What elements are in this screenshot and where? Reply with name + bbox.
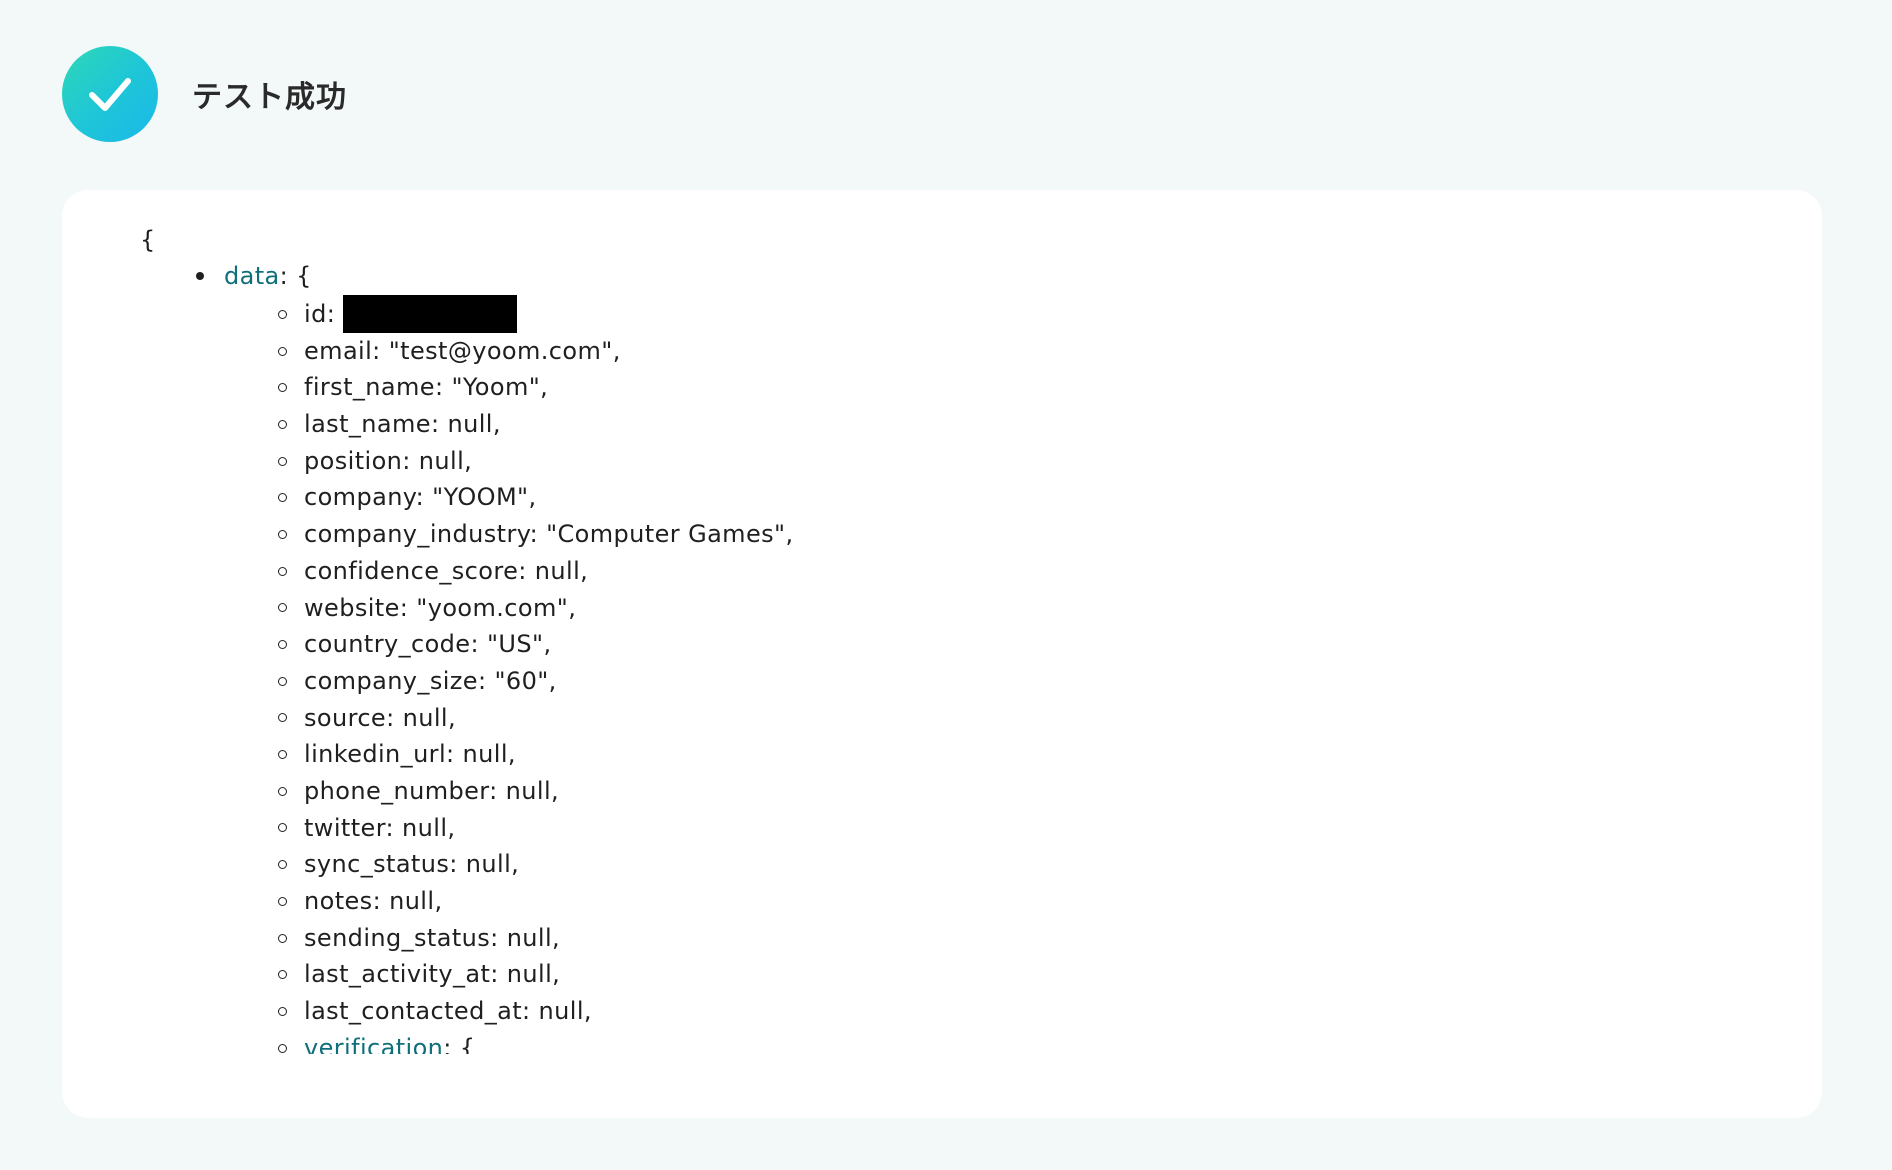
field-text: last_name: null, [304,410,501,439]
field-row: last_activity_at: null, [278,956,794,993]
bullet-icon [278,970,287,980]
bullet-icon [278,566,287,576]
page-title: テスト成功 [192,80,347,115]
field-row: email: "test@yoom.com", [278,333,794,370]
field-id: id: [278,295,794,334]
bullet-icon [278,603,287,613]
field-row: position: null, [278,443,794,480]
field-text: source: null, [304,703,457,732]
field-row: country_code: "US", [278,626,794,663]
bullet-icon [278,1006,287,1016]
bullet-icon [278,896,287,906]
bullet-icon [278,640,287,650]
bullet-icon [278,860,287,870]
field-text: email: "test@yoom.com", [304,336,621,365]
field-text: company_industry: "Computer Games", [304,520,794,549]
field-text: linkedin_url: null, [304,740,516,769]
redacted-id-block [343,295,518,334]
field-text: first_name: "Yoom", [304,373,549,402]
field-row: twitter: null, [278,810,794,847]
field-id-label: id: [304,300,336,328]
field-text: notes: null, [304,887,443,915]
field-row: company_industry: "Computer Games", [278,516,794,553]
bullet-icon [278,493,287,503]
bullet-icon [196,272,204,281]
bullet-icon [278,383,287,393]
json-output-panel[interactable]: { data: { id: email: "test@yoom.com", fir… [62,190,1822,1118]
bullet-icon [278,1043,287,1053]
field-row: company_size: "60", [278,663,794,700]
field-text: sync_status: null, [304,850,520,879]
field-text: phone_number: null, [304,776,560,805]
bullet-icon [278,933,287,943]
field-row: website: "yoom.com", [278,590,794,627]
field-row: first_name: "Yoom", [278,369,794,406]
success-badge [62,46,158,142]
bullet-icon [278,346,287,356]
verification-key-suffix: : { [443,1033,476,1054]
verification-key-toggle[interactable]: verification [304,1030,443,1054]
bullet-icon [278,713,287,723]
data-node[interactable]: data: { [196,258,312,295]
data-key-suffix: : { [279,262,312,290]
field-text: twitter: null, [304,813,456,842]
field-row: confidence_score: null, [278,553,794,590]
bullet-icon [278,676,287,686]
field-row: phone_number: null, [278,773,794,810]
bullet-icon [278,456,287,466]
field-text: last_activity_at: null, [304,960,561,989]
test-result-header: テスト成功 [62,46,347,142]
bullet-icon [278,419,287,429]
bullet-icon [278,309,287,319]
field-row: source: null, [278,700,794,737]
field-row: last_contacted_at: null, [278,993,794,1030]
field-row: company: "YOOM", [278,479,794,516]
field-text: website: "yoom.com", [304,593,577,622]
bullet-icon [278,529,287,539]
bullet-icon [278,823,287,833]
field-row: sending_status: null, [278,920,794,957]
field-text: position: null, [304,446,473,475]
field-text: country_code: "US", [304,630,552,659]
check-icon [89,78,131,111]
field-row: last_name: null, [278,406,794,443]
field-text: confidence_score: null, [304,556,589,585]
field-text: company: "YOOM", [304,483,537,512]
data-field-list: id: email: "test@yoom.com", first_name: "… [278,295,794,1054]
field-text: last_contacted_at: null, [304,997,592,1026]
verification-node[interactable]: verification: { [278,1030,794,1054]
bullet-icon [278,786,287,796]
bullet-icon [278,750,287,760]
field-row: sync_status: null, [278,846,794,883]
data-key-toggle[interactable]: data [224,258,280,295]
field-row: notes: null, [278,883,794,920]
json-open-brace: { [140,226,156,254]
field-text: company_size: "60", [304,666,557,695]
field-row: linkedin_url: null, [278,736,794,773]
json-tree[interactable]: { data: { id: email: "test@yoom.com", fir… [62,190,1822,1054]
field-text: sending_status: null, [304,923,561,952]
